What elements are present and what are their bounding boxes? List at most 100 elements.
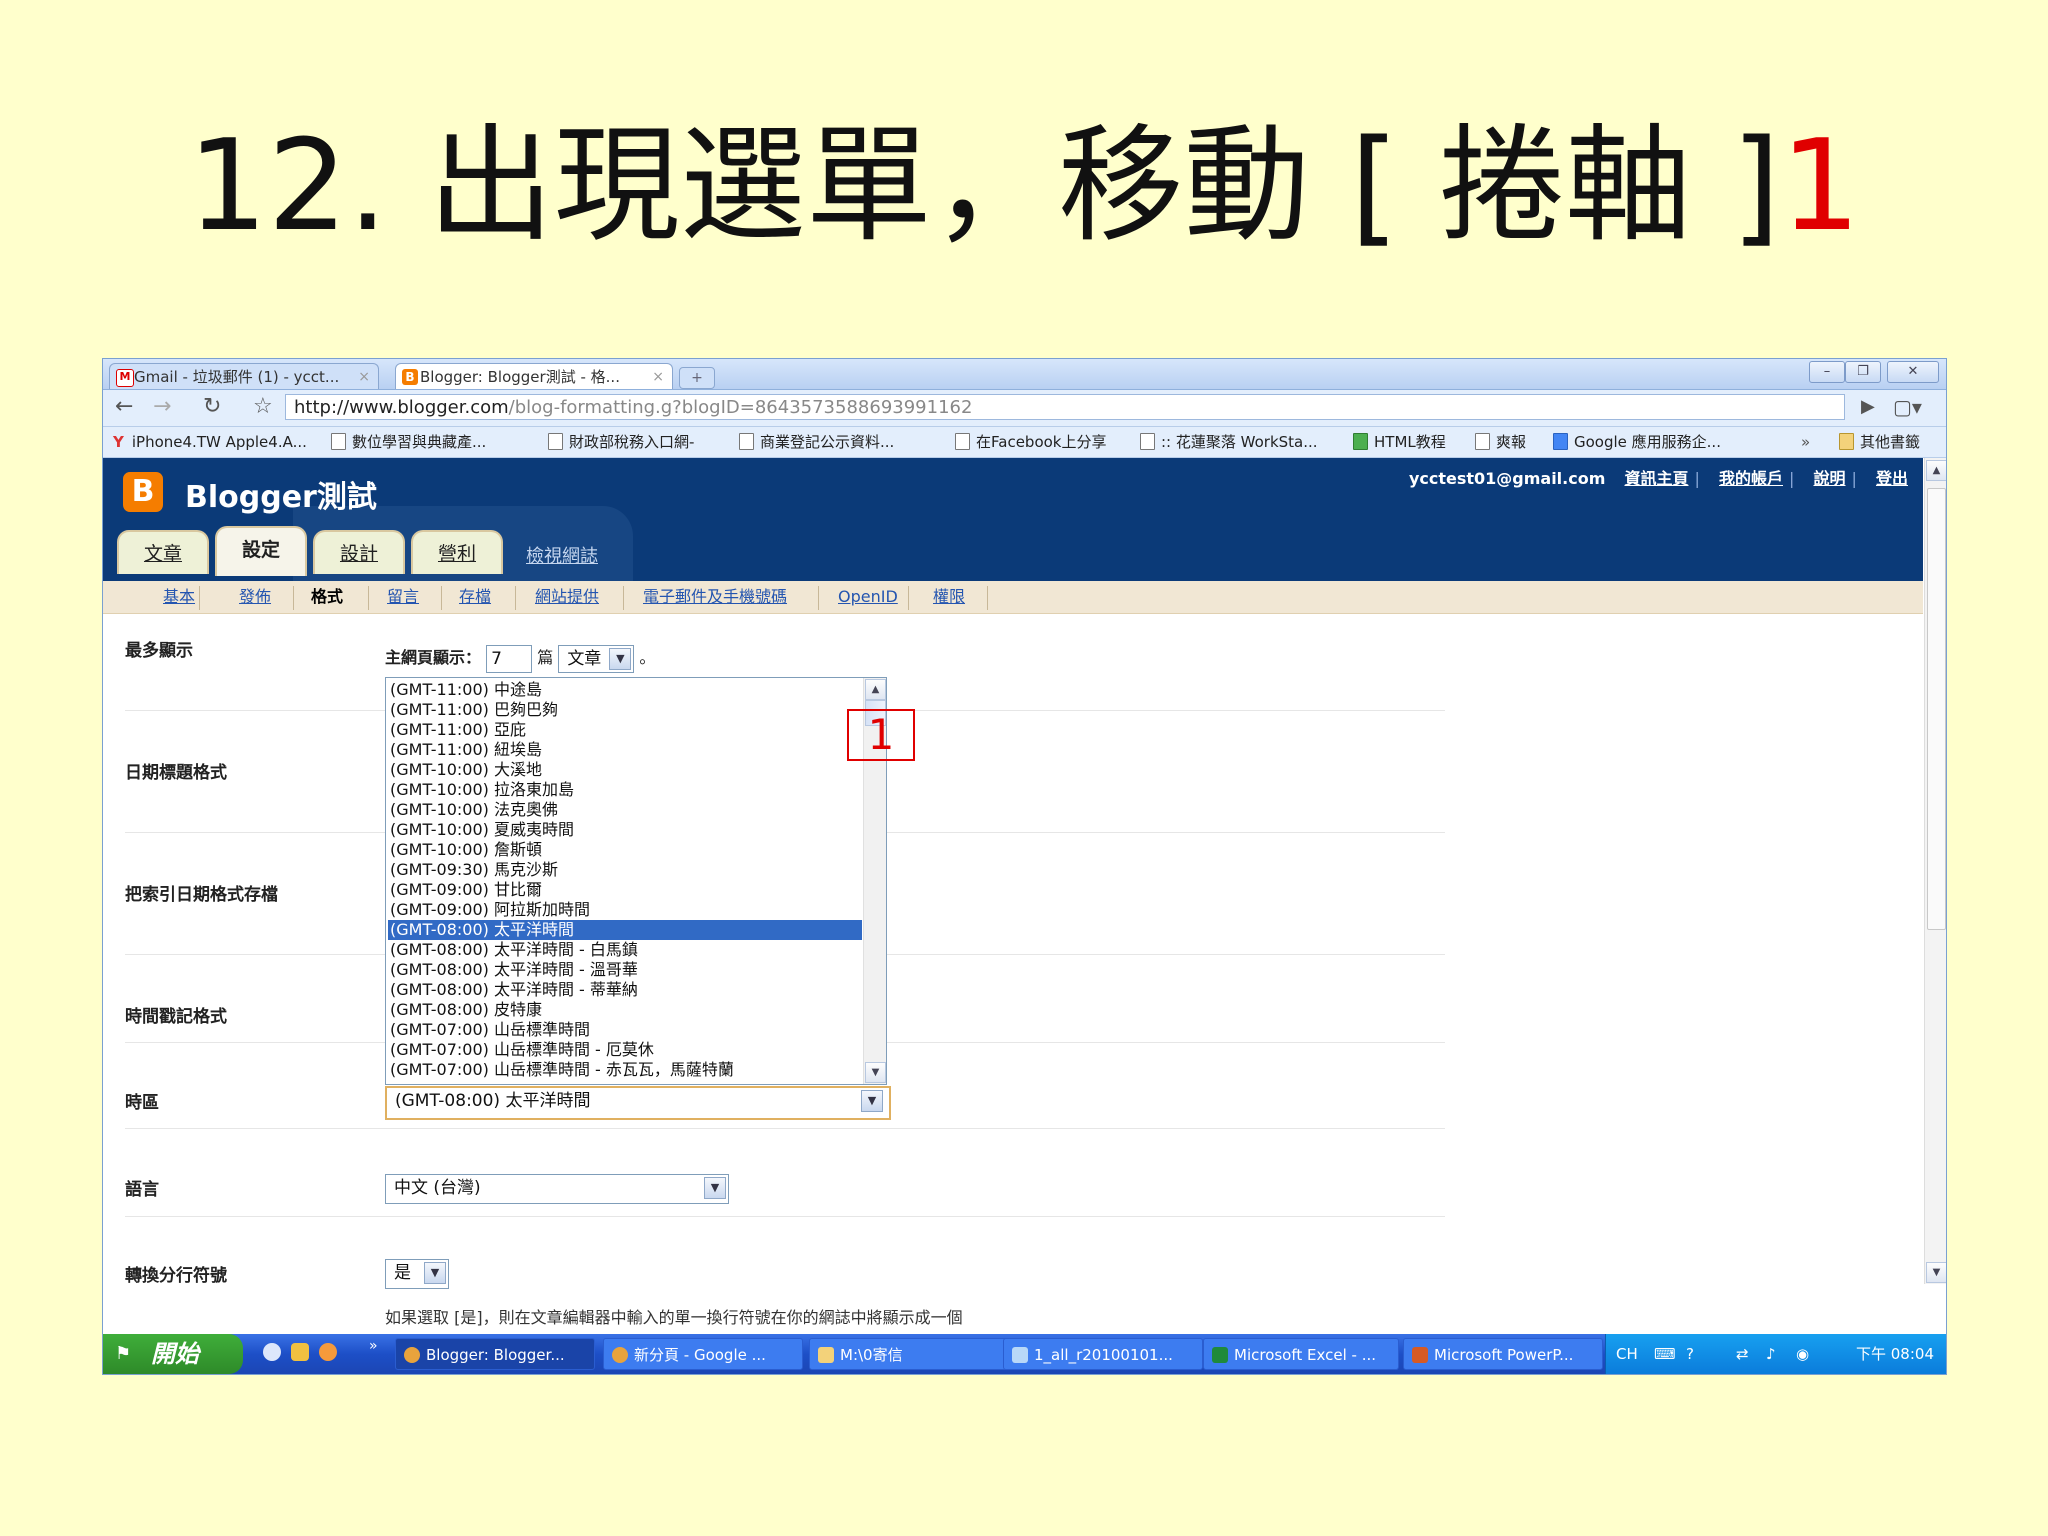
timezone-option[interactable]: (GMT-07:00) 山岳標準時間 - 赤瓦瓦，馬薩特蘭 xyxy=(388,1060,862,1080)
timezone-option[interactable]: (GMT-11:00) 紐埃島 xyxy=(388,740,862,760)
timezone-option[interactable]: (GMT-08:00) 太平洋時間 - 蒂華納 xyxy=(388,980,862,1000)
network-icon[interactable]: ⇄ xyxy=(1736,1334,1749,1374)
tab-blogger[interactable]: B Blogger: Blogger測試 - 格... × xyxy=(395,363,673,389)
timezone-option[interactable]: (GMT-08:00) 太平洋時間 - 白馬鎮 xyxy=(388,940,862,960)
page-menu-icon[interactable]: ▢▾ xyxy=(1893,394,1922,420)
bookmark-item[interactable]: HTML教程 xyxy=(1353,431,1446,453)
close-window-button[interactable]: ✕ xyxy=(1887,361,1939,383)
timezone-option-selected[interactable]: (GMT-08:00) 太平洋時間 xyxy=(388,920,862,940)
posts-suffix: 。 xyxy=(639,648,656,667)
reload-icon[interactable]: ↻ xyxy=(203,394,221,420)
tab-monetize[interactable]: 營利 xyxy=(411,530,503,574)
label-time-zone: 時區 xyxy=(125,1093,159,1113)
view-blog-link[interactable]: 檢視網誌 xyxy=(526,542,598,568)
timezone-option[interactable]: (GMT-10:00) 大溪地 xyxy=(388,760,862,780)
folder-icon xyxy=(818,1347,834,1363)
bookmark-item[interactable]: :: 花蓮聚落 WorkSta... xyxy=(1140,431,1318,453)
timezone-option[interactable]: (GMT-07:00) 山岳標準時間 xyxy=(388,1020,862,1040)
subnav-basic[interactable]: 基本 xyxy=(163,588,195,606)
tray-app-icon[interactable]: ◉ xyxy=(1796,1334,1809,1374)
volume-icon[interactable]: ♪ xyxy=(1766,1334,1776,1374)
timezone-option[interactable]: (GMT-07:00) 山岳標準時間 - 厄莫休 xyxy=(388,1040,862,1060)
close-icon[interactable]: × xyxy=(652,364,664,389)
subnav-archiving[interactable]: 存檔 xyxy=(459,588,491,606)
bookmark-item[interactable]: 商業登記公示資料... xyxy=(739,431,894,453)
scroll-up-icon[interactable]: ▲ xyxy=(865,679,886,700)
bookmark-item[interactable]: Google 應用服務企... xyxy=(1553,431,1721,453)
timezone-dropdown-list[interactable]: (GMT-11:00) 中途島 (GMT-11:00) 巴夠巴夠 (GMT-11… xyxy=(385,677,887,1085)
timezone-option[interactable]: (GMT-10:00) 拉洛東加島 xyxy=(388,780,862,800)
tab-settings[interactable]: 設定 xyxy=(215,526,307,576)
browser-window: M Gmail - 垃圾郵件 (1) - ycct... × B Blogger… xyxy=(102,358,1947,1375)
subnav-comments[interactable]: 留言 xyxy=(387,588,419,606)
taskbar-item-excel[interactable]: Microsoft Excel - ... xyxy=(1203,1338,1399,1370)
tab-gmail[interactable]: M Gmail - 垃圾郵件 (1) - ycct... × xyxy=(109,363,379,389)
language-indicator[interactable]: CH xyxy=(1616,1334,1638,1374)
bookmark-item[interactable]: 數位學習與典藏產... xyxy=(331,431,486,453)
taskbar-item-powerpoint[interactable]: Microsoft PowerP... xyxy=(1403,1338,1603,1370)
tab-layout[interactable]: 設計 xyxy=(313,530,405,574)
timezone-option[interactable]: (GMT-09:00) 阿拉斯加時間 xyxy=(388,900,862,920)
timezone-option[interactable]: (GMT-08:00) 太平洋時間 - 溫哥華 xyxy=(388,960,862,980)
link-signout[interactable]: 登出 xyxy=(1876,469,1908,488)
bookmark-item[interactable]: 爽報 xyxy=(1475,431,1526,453)
tab-label: Blogger: Blogger測試 - 格... xyxy=(420,368,620,386)
language-select[interactable]: 中文 (台灣) ▼ xyxy=(385,1174,729,1204)
tab-posts[interactable]: 文章 xyxy=(117,530,209,574)
taskbar-item-file[interactable]: 1_all_r20100101... xyxy=(1003,1338,1203,1370)
link-help[interactable]: 說明 xyxy=(1813,469,1845,488)
new-tab-button[interactable]: + xyxy=(679,367,715,389)
timezone-option[interactable]: (GMT-10:00) 詹斯頓 xyxy=(388,840,862,860)
help-icon[interactable]: ? xyxy=(1686,1334,1694,1374)
subnav-publishing[interactable]: 發佈 xyxy=(239,588,271,606)
scroll-down-icon[interactable]: ▼ xyxy=(865,1062,886,1083)
maximize-button[interactable]: ❐ xyxy=(1845,361,1881,383)
taskbar-item-folder[interactable]: M:\0寄信 xyxy=(809,1338,1009,1370)
quicklaunch-overflow-icon[interactable]: » xyxy=(369,1338,378,1354)
linebreak-select[interactable]: 是 ▼ xyxy=(385,1259,449,1289)
minimize-button[interactable]: – xyxy=(1809,361,1845,383)
back-icon[interactable]: ← xyxy=(115,394,133,420)
posts-type-select[interactable]: 文章 ▼ xyxy=(558,644,635,673)
timezone-option[interactable]: (GMT-08:00) 皮特康 xyxy=(388,1000,862,1020)
taskbar-item-blogger[interactable]: Blogger: Blogger... xyxy=(395,1338,595,1370)
link-dashboard[interactable]: 資訊主頁 xyxy=(1624,469,1688,488)
subnav-openid[interactable]: OpenID xyxy=(838,588,898,606)
timezone-option[interactable]: (GMT-10:00) 夏威夷時間 xyxy=(388,820,862,840)
subnav-email-mobile[interactable]: 電子郵件及手機號碼 xyxy=(643,588,787,606)
address-bar[interactable]: http://www.blogger.com/blog-formatting.g… xyxy=(285,394,1845,420)
timezone-option[interactable]: (GMT-11:00) 巴夠巴夠 xyxy=(388,700,862,720)
start-button[interactable]: ⚑ 開始 xyxy=(103,1334,243,1374)
timezone-option[interactable]: (GMT-09:30) 馬克沙斯 xyxy=(388,860,862,880)
separator xyxy=(908,586,909,610)
star-icon[interactable]: ☆ xyxy=(253,394,273,420)
bookmarks-overflow-icon[interactable]: » xyxy=(1801,431,1810,453)
app-icon[interactable] xyxy=(319,1343,337,1361)
bookmark-folder[interactable]: 其他書籤 xyxy=(1839,431,1920,453)
timezone-option[interactable]: (GMT-11:00) 亞庇 xyxy=(388,720,862,740)
page-scrollbar[interactable]: ▲ ▼ xyxy=(1924,458,1946,1284)
posts-count-input[interactable]: 7 xyxy=(486,644,533,673)
keyboard-icon[interactable]: ⌨ xyxy=(1654,1334,1676,1374)
subnav-site-feed[interactable]: 網站提供 xyxy=(535,588,599,606)
url-host: http://www.blogger.com xyxy=(294,397,509,418)
close-icon[interactable]: × xyxy=(358,364,370,389)
timezone-option[interactable]: (GMT-10:00) 法克奧佛 xyxy=(388,800,862,820)
bookmark-item[interactable]: 在Facebook上分享 xyxy=(955,431,1106,453)
taskbar-item-newtab[interactable]: 新分頁 - Google ... xyxy=(603,1338,803,1370)
scroll-up-icon[interactable]: ▲ xyxy=(1926,460,1946,481)
timezone-select[interactable]: (GMT-08:00) 太平洋時間 ▼ xyxy=(385,1086,891,1120)
go-icon[interactable]: ▶ xyxy=(1861,394,1875,420)
media-player-icon[interactable] xyxy=(263,1343,281,1361)
forward-icon[interactable]: → xyxy=(153,394,171,420)
bookmark-item[interactable]: 財政部稅務入口網- xyxy=(548,431,694,453)
link-account[interactable]: 我的帳戶 xyxy=(1719,469,1783,488)
timezone-option[interactable]: (GMT-11:00) 中途島 xyxy=(388,680,862,700)
subnav-permissions[interactable]: 權限 xyxy=(933,588,965,606)
subnav-formatting[interactable]: 格式 xyxy=(311,588,343,606)
timezone-option[interactable]: (GMT-09:00) 甘比爾 xyxy=(388,880,862,900)
page-scrollbar-thumb[interactable] xyxy=(1927,488,1946,930)
scroll-down-icon[interactable]: ▼ xyxy=(1926,1262,1946,1283)
chart-icon[interactable] xyxy=(291,1343,309,1361)
bookmark-item[interactable]: YiPhone4.TW Apple4.A... xyxy=(113,431,307,453)
